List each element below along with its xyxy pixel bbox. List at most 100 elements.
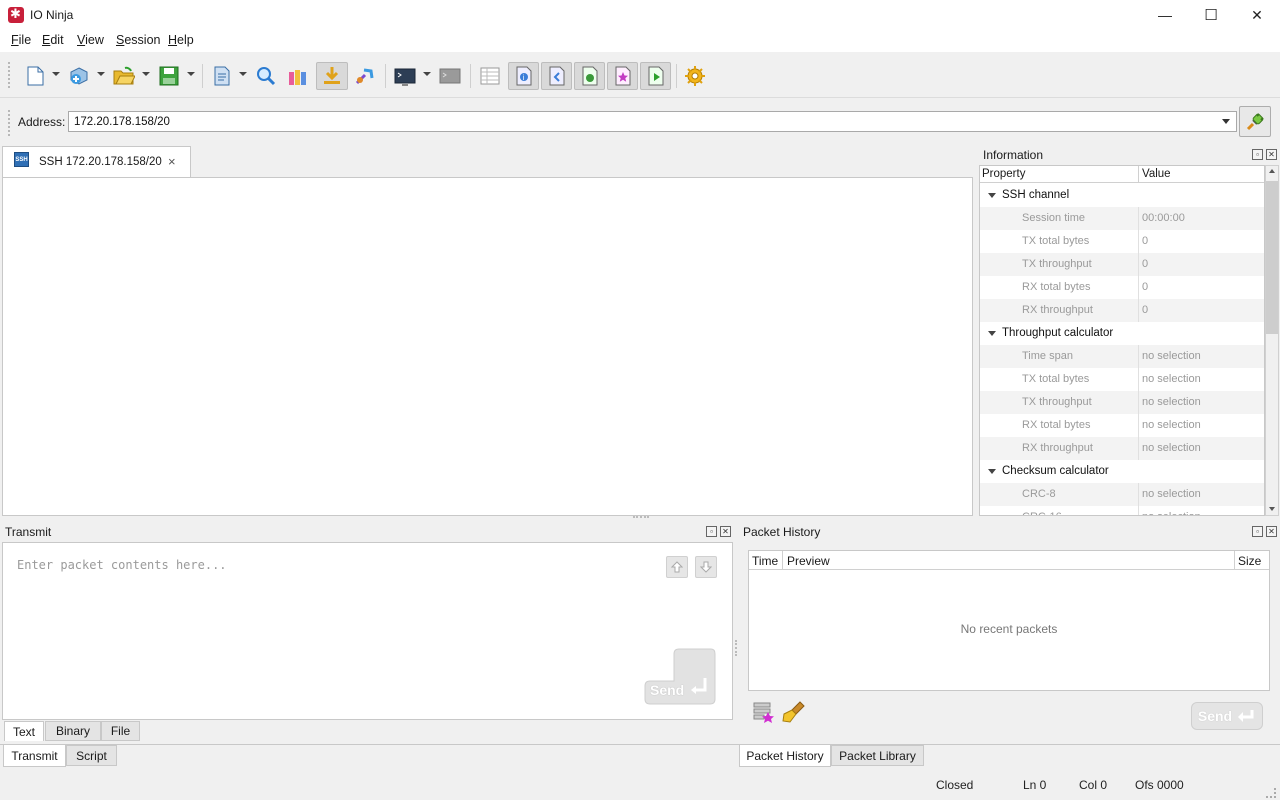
info-property-row[interactable]: Time span no selection — [980, 345, 1264, 368]
menu-file[interactable]: File — [11, 33, 31, 47]
column-header-value[interactable]: Value — [1142, 168, 1171, 180]
capture-icon[interactable] — [316, 62, 348, 90]
new-session-icon[interactable] — [20, 62, 50, 90]
transmit-editor[interactable]: Enter packet contents here... — [2, 542, 733, 720]
float-pane-icon[interactable]: ▫ — [706, 526, 717, 537]
log-icon[interactable] — [207, 62, 237, 90]
info-property-row[interactable]: RX total bytes no selection — [980, 414, 1264, 437]
close-pane-icon[interactable]: ✕ — [1266, 149, 1277, 160]
menu-view[interactable]: View — [77, 33, 104, 47]
tab-packet-history[interactable]: Packet History — [739, 745, 831, 767]
splitter-handle[interactable] — [735, 640, 738, 656]
settings-icon[interactable] — [680, 62, 710, 90]
session-tab[interactable]: SSH SSH 172.20.178.158/20 × — [2, 146, 191, 177]
close-window-button[interactable]: ✕ — [1234, 0, 1280, 30]
prev-pane-icon[interactable] — [541, 62, 572, 90]
info-property-row[interactable]: CRC-16 no selection — [980, 506, 1264, 515]
expand-caret-icon[interactable] — [988, 193, 996, 198]
column-header-preview[interactable]: Preview — [787, 554, 830, 568]
log-view[interactable] — [2, 177, 973, 516]
favorites-pane-icon[interactable] — [607, 62, 638, 90]
save-icon[interactable] — [154, 62, 184, 90]
close-tab-icon[interactable]: × — [168, 154, 176, 169]
info-property-row[interactable]: TX total bytes no selection — [980, 368, 1264, 391]
terminal-dropdown-icon[interactable] — [423, 72, 431, 76]
tab-transmit[interactable]: Transmit — [3, 745, 66, 767]
column-header-time[interactable]: Time — [752, 554, 778, 568]
information-scroll-thumb[interactable] — [1266, 181, 1278, 334]
splitter-handle[interactable] — [633, 516, 649, 519]
info-group-row[interactable]: Checksum calculator — [980, 460, 1264, 483]
packet-history-send-button[interactable]: Send — [1191, 702, 1263, 730]
tab-text-mode[interactable]: Text — [4, 721, 44, 741]
terminal-off-icon[interactable] — [435, 62, 465, 90]
scroll-down-icon[interactable] — [1269, 507, 1275, 511]
packet-history-list[interactable]: Time Preview Size No recent packets — [748, 550, 1270, 691]
menu-help[interactable]: Help — [168, 33, 194, 47]
info-property-row[interactable]: RX throughput no selection — [980, 437, 1264, 460]
tab-packet-library[interactable]: Packet Library — [831, 745, 924, 766]
find-icon[interactable] — [251, 62, 281, 90]
session-tab-label: SSH 172.20.178.158/20 — [39, 156, 162, 168]
info-property-row[interactable]: CRC-8 no selection — [980, 483, 1264, 506]
transmit-placeholder[interactable]: Enter packet contents here... — [17, 558, 227, 572]
open-dropdown-icon[interactable] — [142, 72, 150, 76]
tab-binary-mode[interactable]: Binary — [45, 721, 101, 741]
info-property-row[interactable]: Session time 00:00:00 — [980, 207, 1264, 230]
resize-grip[interactable] — [1266, 788, 1276, 798]
info-property-row[interactable]: RX total bytes 0 — [980, 276, 1264, 299]
save-dropdown-icon[interactable] — [187, 72, 195, 76]
packet-history-header: Time Preview Size — [749, 551, 1269, 570]
next-pane-icon[interactable] — [574, 62, 605, 90]
log-dropdown-icon[interactable] — [239, 72, 247, 76]
menu-bar: File Edit View Session Help — [0, 30, 1280, 52]
run-icon[interactable] — [640, 62, 671, 90]
transmit-icon[interactable] — [350, 62, 380, 90]
info-property-row[interactable]: TX throughput 0 — [980, 253, 1264, 276]
float-pane-icon[interactable]: ▫ — [1252, 526, 1263, 537]
close-pane-icon[interactable]: ✕ — [720, 526, 731, 537]
addressbar-grip[interactable] — [8, 110, 11, 136]
info-group-row[interactable]: SSH channel — [980, 184, 1264, 207]
toolbar-grip[interactable] — [8, 62, 11, 88]
column-header-property[interactable]: Property — [982, 168, 1025, 180]
history-up-button[interactable] — [666, 556, 688, 578]
open-icon[interactable] — [109, 62, 139, 90]
menu-session[interactable]: Session — [116, 33, 160, 47]
terminal-icon[interactable] — [390, 62, 420, 90]
info-property-row[interactable]: RX throughput 0 — [980, 299, 1264, 322]
info-property-name: RX total bytes — [1022, 419, 1091, 431]
clear-history-icon[interactable] — [782, 700, 806, 724]
info-property-row[interactable]: TX throughput no selection — [980, 391, 1264, 414]
new-plugin-dropdown-icon[interactable] — [97, 72, 105, 76]
info-property-name: CRC-16 — [1022, 511, 1062, 515]
tab-file-mode[interactable]: File — [101, 721, 140, 741]
history-down-button[interactable] — [695, 556, 717, 578]
column-divider — [1138, 414, 1139, 437]
add-to-library-icon[interactable] — [752, 700, 776, 724]
menu-edit[interactable]: Edit — [42, 33, 64, 47]
address-input[interactable] — [68, 111, 1218, 132]
expand-caret-icon[interactable] — [988, 469, 996, 474]
info-property-row[interactable]: TX total bytes 0 — [980, 230, 1264, 253]
table-view-icon[interactable] — [475, 62, 505, 90]
column-header-size[interactable]: Size — [1238, 554, 1261, 568]
maximize-button[interactable]: ☐ — [1188, 0, 1234, 30]
tab-script[interactable]: Script — [66, 745, 117, 766]
new-session-dropdown-icon[interactable] — [52, 72, 60, 76]
float-pane-icon[interactable]: ▫ — [1252, 149, 1263, 160]
transmit-send-button[interactable]: Send — [644, 648, 716, 705]
scroll-up-icon[interactable] — [1269, 169, 1275, 173]
address-dropdown-button[interactable] — [1216, 111, 1237, 132]
information-table: Property Value SSH channel Session time 00… — [979, 165, 1265, 516]
info-group-row[interactable]: Throughput calculator — [980, 322, 1264, 345]
minimize-button[interactable]: — — [1142, 0, 1188, 30]
info-pane-icon[interactable]: i — [508, 62, 539, 90]
arrow-down-icon — [700, 561, 712, 573]
info-property-name: CRC-8 — [1022, 488, 1056, 500]
new-plugin-icon[interactable] — [64, 62, 94, 90]
connect-button[interactable] — [1239, 106, 1271, 137]
expand-caret-icon[interactable] — [988, 331, 996, 336]
bookmarks-icon[interactable] — [283, 62, 313, 90]
close-pane-icon[interactable]: ✕ — [1266, 526, 1277, 537]
